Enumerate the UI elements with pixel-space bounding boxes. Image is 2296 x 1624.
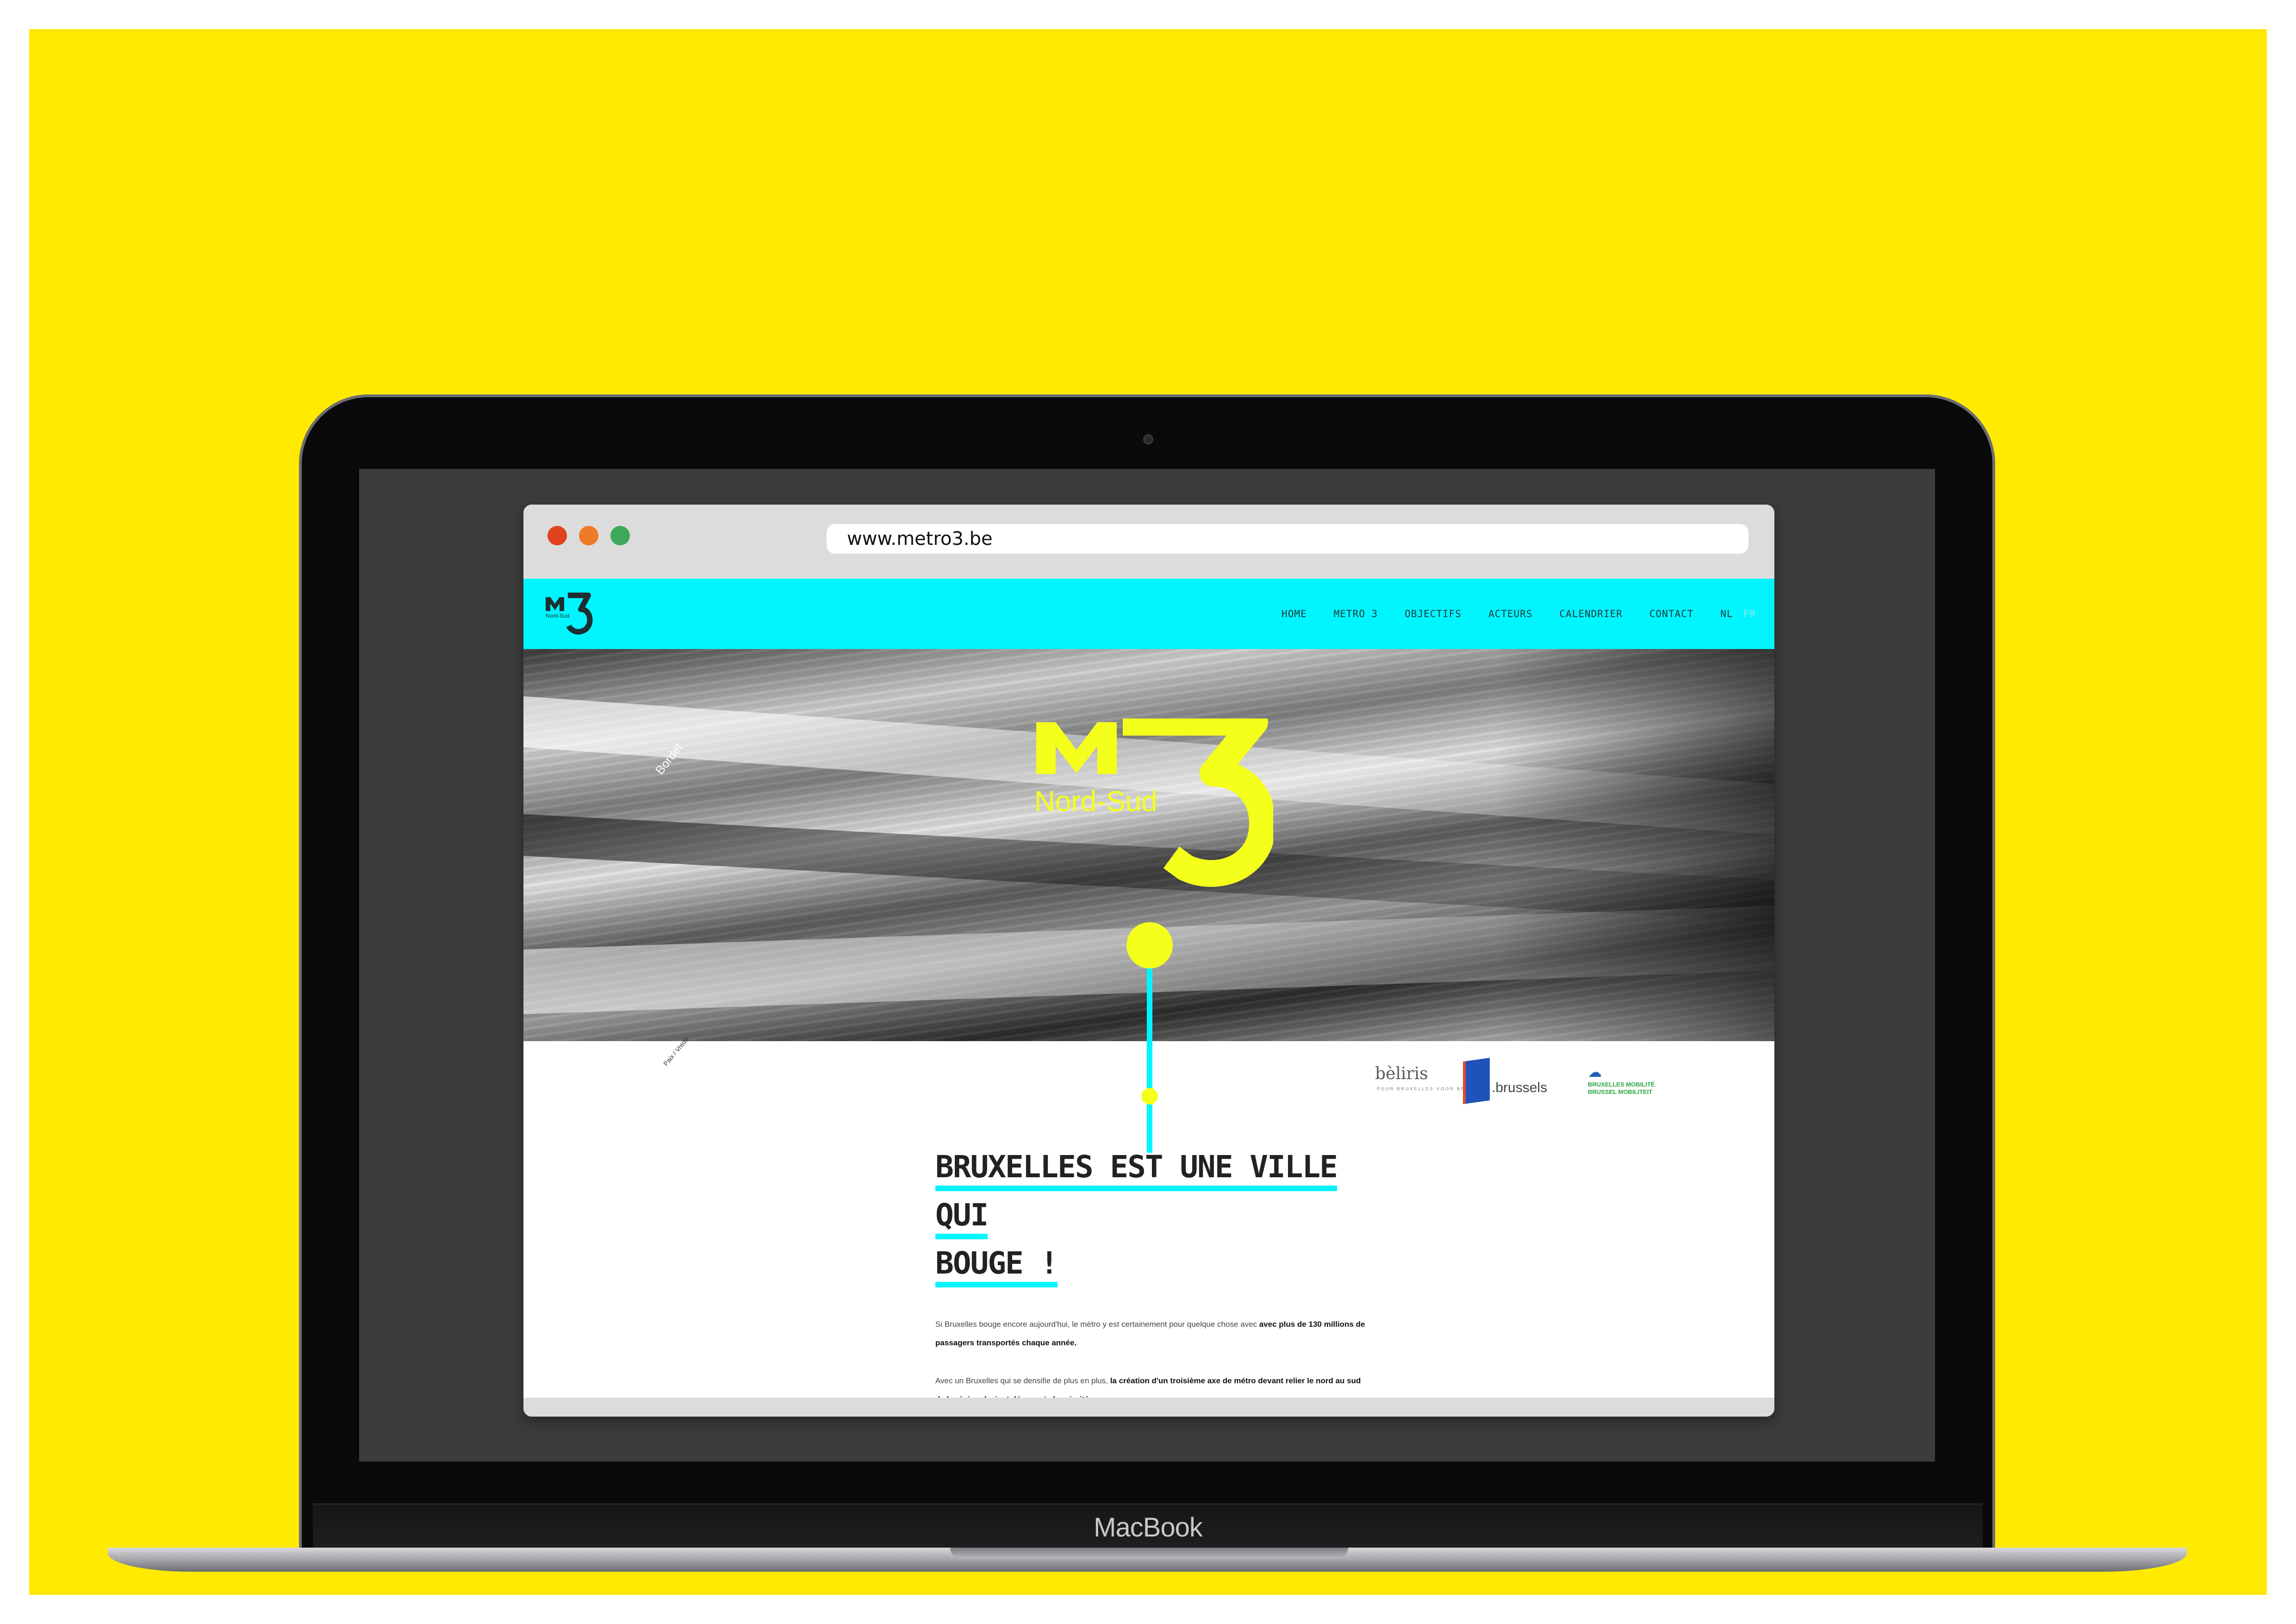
nav-home[interactable]: HOME xyxy=(1282,608,1307,619)
mobilite-line-fr: BRUXELLES MOBILITÉ xyxy=(1588,1081,1655,1088)
lang-nl[interactable]: NL xyxy=(1720,608,1733,619)
site-header: Nord-Sud HOME METRO 3 OBJECTIFS ACTEURS … xyxy=(523,579,1774,649)
metro-line-graphic xyxy=(1126,922,1173,1153)
m3-hero-logo: Nord-Sud xyxy=(1034,718,1273,887)
article: BRUXELLES EST UNE VILLE QUI BOUGE ! Si B… xyxy=(935,1143,1365,1409)
mobilite-cloud-icon: ☁ xyxy=(1588,1065,1602,1080)
nav-objectifs[interactable]: OBJECTIFS xyxy=(1405,608,1462,619)
mobilite-logo[interactable]: BRUXELLES MOBILITÉ BRUSSEL MOBILITEIT xyxy=(1588,1081,1655,1096)
laptop-notch xyxy=(950,1548,1348,1559)
nav-acteurs[interactable]: ACTEURS xyxy=(1488,608,1533,619)
intro-text: Si Bruxelles bouge encore aujourd'hui, l… xyxy=(935,1320,1259,1329)
station-paix-dot[interactable] xyxy=(1141,1088,1158,1105)
svg-text:Nord-Sud: Nord-Sud xyxy=(546,612,569,619)
hero-shade xyxy=(1497,649,1774,1041)
address-bar[interactable]: www.metro3.be xyxy=(827,524,1748,554)
browser-window: www.metro3.be Nord-Sud HOME METRO 3 OBJE… xyxy=(523,505,1774,1417)
page-margin xyxy=(0,1595,2296,1624)
nav-calendrier[interactable]: CALENDRIER xyxy=(1559,608,1622,619)
page-title: BRUXELLES EST UNE VILLE QUI BOUGE ! xyxy=(935,1143,1352,1287)
camera-icon xyxy=(1143,434,1153,444)
brussels-flag-icon xyxy=(1463,1057,1490,1105)
macbook-label: MacBook xyxy=(1094,1512,1203,1543)
lang-fr[interactable]: FR xyxy=(1743,608,1756,619)
close-window-button[interactable] xyxy=(548,526,567,545)
headline-line-1: BRUXELLES EST UNE VILLE QUI xyxy=(935,1149,1338,1239)
maximize-window-button[interactable] xyxy=(610,526,630,545)
minimize-window-button[interactable] xyxy=(579,526,598,545)
m3-logo-icon[interactable]: Nord-Sud xyxy=(542,589,607,640)
nav-contact[interactable]: CONTACT xyxy=(1649,608,1694,619)
headline-line-2: BOUGE ! xyxy=(935,1245,1058,1287)
beliris-logo[interactable]: bèliris xyxy=(1375,1064,1428,1083)
second-text: Avec un Bruxelles qui se densifie de plu… xyxy=(935,1376,1110,1385)
nav-metro3[interactable]: METRO 3 xyxy=(1334,608,1378,619)
logo-subtitle: Nord-Sud xyxy=(1034,786,1157,818)
mobilite-line-nl: BRUSSEL MOBILITEIT xyxy=(1588,1088,1653,1095)
station-bordet-dot[interactable] xyxy=(1126,922,1173,968)
intro-paragraph: Si Bruxelles bouge encore aujourd'hui, l… xyxy=(935,1315,1366,1352)
browser-toolbar: www.metro3.be xyxy=(523,505,1774,579)
browser-footer xyxy=(523,1398,1774,1417)
main-nav: HOME METRO 3 OBJECTIFS ACTEURS CALENDRIE… xyxy=(1255,579,1756,649)
partner-logos: bèliris POUR BRUXELLES VOOR BRUSSEL .bru… xyxy=(1375,1057,1717,1106)
brussels-logo[interactable]: .brussels xyxy=(1492,1080,1547,1096)
url-text: www.metro3.be xyxy=(847,528,993,550)
